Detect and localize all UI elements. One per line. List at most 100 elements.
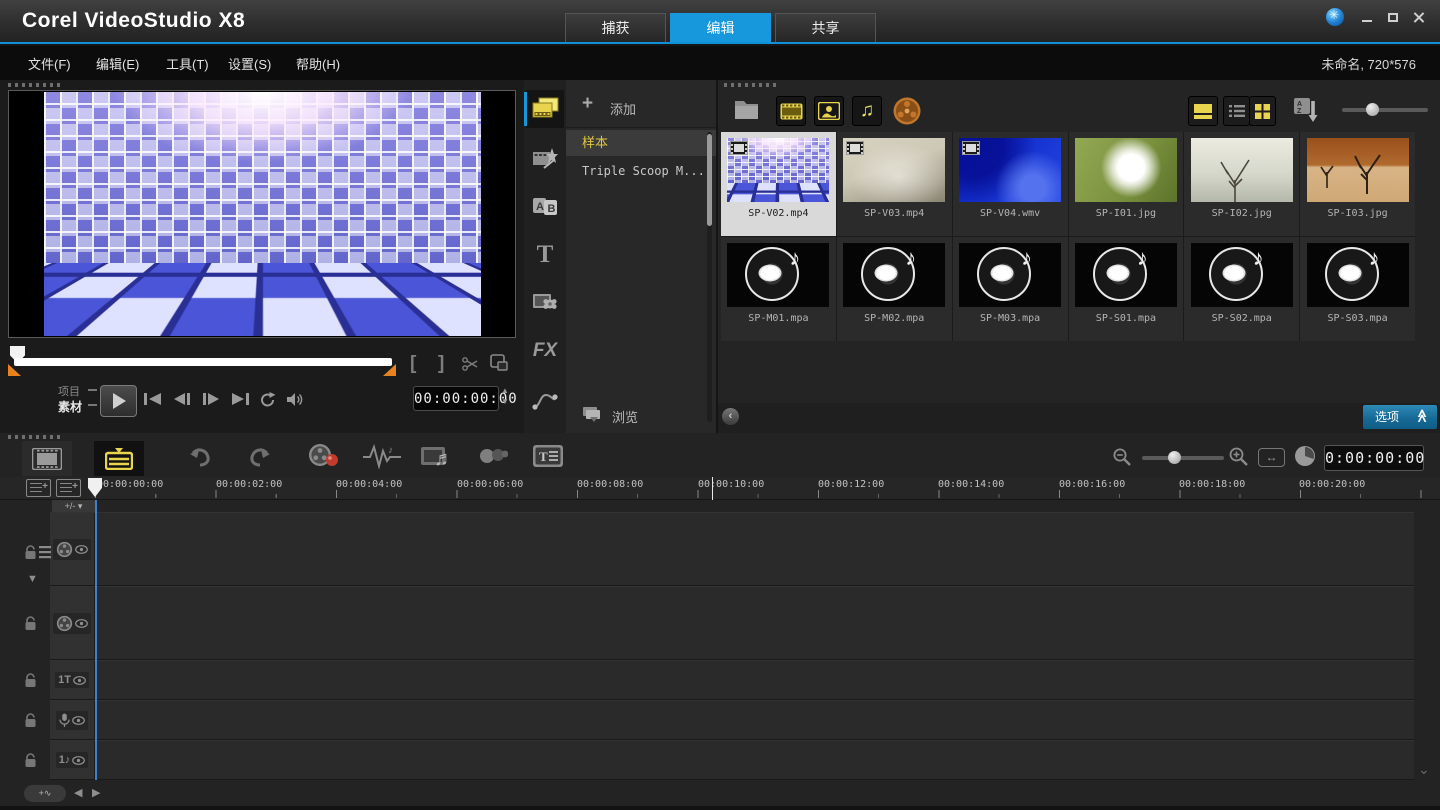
sound-mixer-button[interactable]: ♪ [362,443,402,469]
media-item[interactable]: ♪ SP-S02.mpa [1184,237,1299,341]
track-row-title[interactable]: 1T [50,660,1414,700]
thumbnail-size-knob[interactable] [1366,103,1379,116]
timeline-view-button[interactable] [94,441,144,476]
preview-timecode[interactable]: 00:00:00:00 [413,386,499,411]
browse-button[interactable]: 浏览 [566,399,716,429]
track-row-overlay[interactable] [50,586,1414,660]
media-item[interactable]: ♪ SP-M01.mpa [721,237,836,341]
tab-edit[interactable]: 编辑 [670,13,771,42]
media-item[interactable]: SP-I02.jpg [1184,132,1299,236]
track-row-video[interactable] [50,512,1414,586]
record-capture-button[interactable] [306,443,340,469]
add-folder-row[interactable]: + 添加 [566,88,716,128]
filter-photos-button[interactable] [814,96,844,126]
undo-button[interactable] [188,445,212,467]
sort-az-icon[interactable]: AZ [1293,97,1319,123]
menu-file[interactable]: 文件(F) [28,54,71,73]
track-row-music[interactable]: 1♪ [50,740,1414,780]
volume-button[interactable] [286,392,305,407]
panel-drag-handle[interactable] [724,83,778,87]
fit-project-button[interactable]: ↔ [1258,448,1285,467]
maximize-button[interactable] [1384,8,1402,26]
media-item[interactable]: ♪ SP-S03.mpa [1300,237,1415,341]
media-item[interactable]: SP-V04.wmv [953,132,1068,236]
nav-scrollbar-thumb[interactable] [707,134,712,226]
scroll-timeline-right[interactable]: ▶ [92,786,100,799]
thumbnail-size-slider[interactable] [1342,108,1428,112]
media-item[interactable]: SP-V02.mp4 [721,132,836,236]
overlay-track-header[interactable] [50,587,95,659]
swap-track-button[interactable]: +∿ [24,785,66,802]
timecode-spinner[interactable]: ▲▼ [501,387,509,406]
music-lock-icon[interactable] [24,753,37,768]
panel-drag-handle[interactable] [8,83,62,87]
menu-settings[interactable]: 设置(S) [228,54,271,73]
media-reel-icon[interactable] [892,96,922,126]
title-track-header[interactable]: 1T [50,661,95,699]
insert-track-icon[interactable] [56,479,81,497]
minimize-button[interactable] [1358,8,1376,26]
menu-tools[interactable]: 工具(T) [166,54,209,73]
next-frame-button[interactable] [201,392,221,406]
storyboard-view-button[interactable] [22,441,72,476]
preview-video-frame[interactable] [8,90,516,338]
voice-track-header[interactable] [50,701,95,739]
nav-item-triple-scoop[interactable]: Triple Scoop M... [566,158,716,184]
music-track-header[interactable]: 1♪ [50,741,95,779]
repeat-button[interactable] [259,391,276,408]
filter-videos-button[interactable] [776,96,806,126]
timeline-ruler[interactable]: 00:00:00:00 00:00:02:00 00:00:04:00 00:0… [0,477,1440,500]
voice-lock-icon[interactable] [24,713,37,728]
previous-frame-button[interactable] [172,392,192,406]
timeline-zoom-slider[interactable] [1142,456,1224,460]
enlarge-preview-icon[interactable] [490,354,508,371]
zoom-out-icon[interactable] [1112,447,1132,467]
scroll-left-button[interactable]: ‹ [722,408,739,425]
list-view-button[interactable] [1223,96,1250,126]
close-button[interactable] [1410,8,1428,26]
media-item[interactable]: SP-V03.mp4 [837,132,952,236]
tab-share[interactable]: 共享 [775,13,876,42]
video-track-header[interactable] [50,513,95,585]
motion-path-button[interactable] [526,381,564,419]
panel-drag-handle[interactable] [8,435,62,439]
timeline-timecode[interactable]: 0:00:00:00 [1324,445,1424,471]
duration-clock-icon[interactable] [1294,445,1316,467]
media-item[interactable]: ♪ SP-M02.mpa [837,237,952,341]
thumbnail-view-button[interactable] [1188,96,1218,126]
scroll-timeline-left[interactable]: ◀ [74,786,82,799]
expand-track-chevron[interactable]: ▼ [27,573,38,585]
scroll-down-chevron[interactable]: ⌄ [1418,761,1430,778]
media-item[interactable]: ♪ SP-M03.mpa [953,237,1068,341]
go-to-start-button[interactable] [143,392,163,406]
menu-help[interactable]: 帮助(H) [296,54,340,73]
mark-out-button[interactable]: ] [438,353,444,375]
menu-edit[interactable]: 编辑(E) [96,54,139,73]
redo-button[interactable] [248,445,272,467]
mark-in-button[interactable]: [ [410,353,416,375]
filters-button[interactable]: FX [526,332,564,370]
grid-view-button[interactable] [1249,96,1276,126]
clip-mode-label[interactable]: 素材 [58,398,82,415]
import-folder-icon[interactable] [733,97,760,121]
split-clip-icon[interactable] [461,356,480,372]
title-lock-icon[interactable] [24,673,37,688]
insert-media-icon[interactable] [26,479,51,497]
subtitle-editor-button[interactable]: T [532,444,564,468]
project-mode-label[interactable]: 项目 [58,383,80,399]
transitions-button[interactable] [526,139,564,177]
track-list-icon[interactable] [39,546,51,559]
media-item[interactable]: SP-I01.jpg [1069,132,1184,236]
overlay-lock-icon[interactable] [24,616,37,631]
auto-music-button[interactable]: ♬ [420,443,456,469]
ab-transition-button[interactable]: AB [526,187,564,225]
ripple-edit-lock-icon[interactable] [24,545,37,560]
graphics-button[interactable] [526,283,564,321]
go-to-end-button[interactable] [230,392,250,406]
media-library-button[interactable] [526,90,564,128]
track-row-voice[interactable] [50,700,1414,740]
zoom-in-icon[interactable] [1228,446,1249,467]
track-motion-button[interactable] [478,448,508,464]
nav-item-samples[interactable]: 样本 [566,130,716,156]
timeline-zoom-knob[interactable] [1168,451,1181,464]
